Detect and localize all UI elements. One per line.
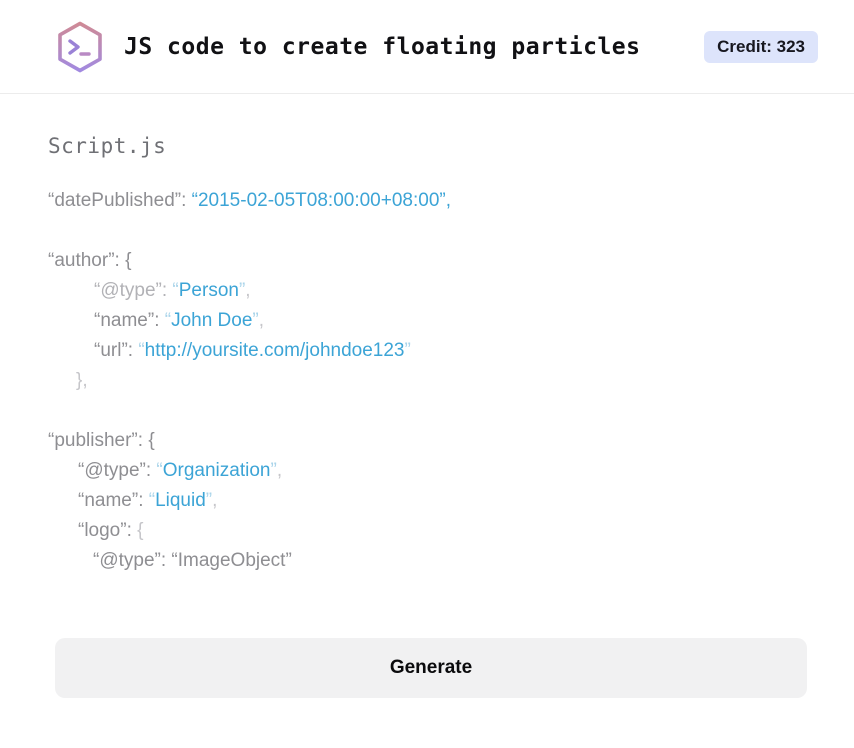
- code-line: “@type”: “ImageObject”: [93, 550, 292, 571]
- file-title: Script.js: [48, 134, 167, 158]
- page-title: JS code to create floating particles: [124, 33, 641, 60]
- credit-badge: Credit: 323: [704, 30, 818, 63]
- code-line: “datePublished”: “2015-02-05T08:00:00+08…: [48, 190, 451, 211]
- app-header: JS code to create floating particles Cre…: [0, 0, 854, 94]
- code-line: “@type”: “Organization”,: [78, 460, 283, 481]
- generate-button-container: Generate: [0, 638, 854, 698]
- code-line: “publisher”: {: [48, 430, 155, 451]
- code-line: “logo”: {: [78, 520, 144, 541]
- code-line: “@type”: “Person”,: [94, 280, 251, 301]
- code-line: “author”: {: [48, 250, 132, 271]
- generate-button[interactable]: Generate: [55, 638, 807, 698]
- content-area: Script.js “datePublished”: “2015-02-05T0…: [0, 94, 854, 576]
- code-line: },: [76, 370, 88, 391]
- code-line: “name”: “John Doe”,: [94, 310, 265, 331]
- code-line: “url”: “http://yoursite.com/johndoe123”: [94, 340, 411, 361]
- code-line: “name”: “Liquid”,: [78, 490, 218, 511]
- generated-code-block: “datePublished”: “2015-02-05T08:00:00+08…: [48, 186, 807, 576]
- terminal-hexagon-icon: [56, 20, 104, 74]
